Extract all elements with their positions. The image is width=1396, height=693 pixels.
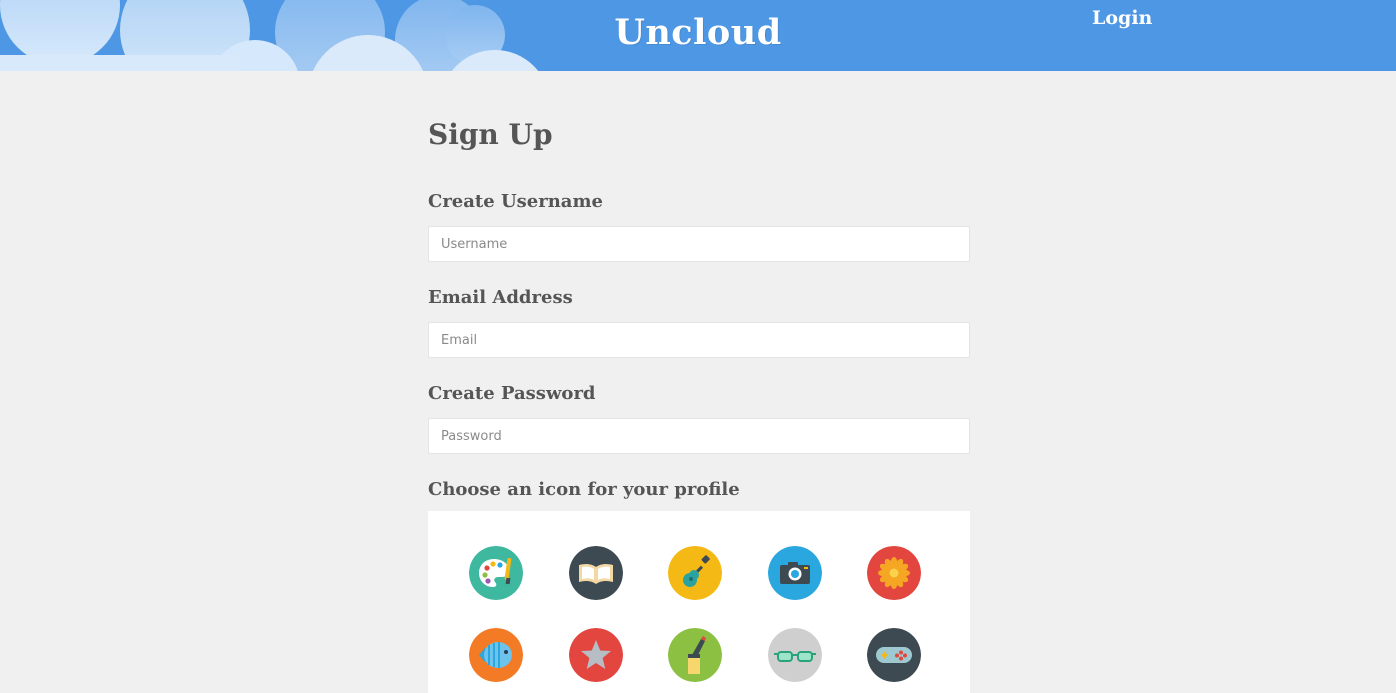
login-link[interactable]: Login	[1082, 5, 1162, 31]
brand-logo[interactable]: Uncloud	[0, 12, 1396, 53]
page-title: Sign Up	[428, 118, 553, 151]
password-input[interactable]	[428, 418, 970, 454]
icon-grid	[469, 546, 921, 682]
icon-picker	[428, 511, 970, 693]
password-label: Create Password	[428, 383, 596, 404]
guitar-icon[interactable]	[668, 546, 722, 600]
star-icon[interactable]	[568, 628, 623, 682]
email-label: Email Address	[428, 287, 573, 308]
glasses-icon[interactable]	[767, 628, 822, 682]
flower-icon[interactable]	[867, 546, 921, 600]
email-input[interactable]	[428, 322, 970, 358]
pen-icon[interactable]	[668, 628, 722, 682]
camera-icon[interactable]	[767, 546, 822, 600]
gamepad-icon[interactable]	[867, 628, 921, 682]
username-input[interactable]	[428, 226, 970, 262]
book-icon[interactable]	[568, 546, 623, 600]
signup-form: Sign Up Create Username Email Address Cr…	[428, 118, 970, 503]
fish-icon[interactable]	[469, 628, 523, 682]
username-label: Create Username	[428, 191, 603, 212]
site-header: Uncloud Login	[0, 0, 1396, 71]
palette-icon[interactable]	[469, 546, 523, 600]
icon-choice-label: Choose an icon for your profile	[428, 479, 740, 500]
